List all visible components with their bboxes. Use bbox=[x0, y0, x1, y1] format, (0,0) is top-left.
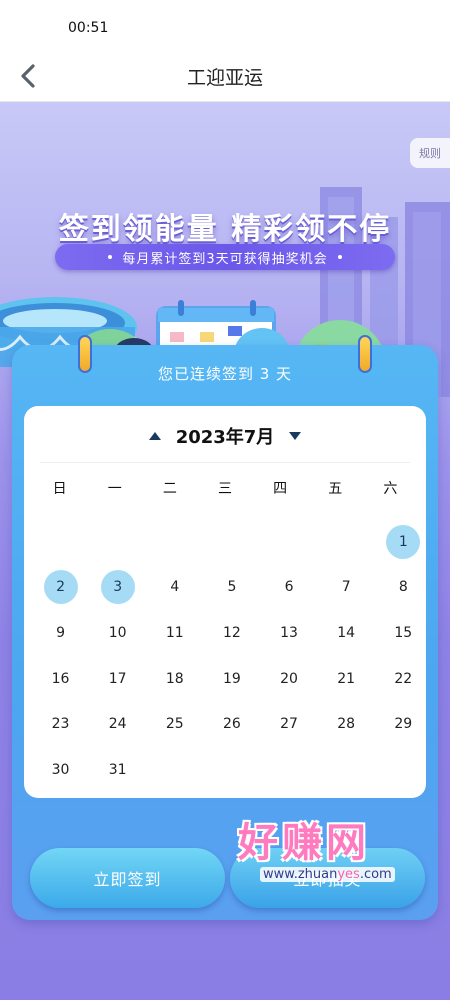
empty-cell bbox=[146, 519, 203, 565]
weekday-row: 日 一 二 三 四 五 六 bbox=[32, 478, 418, 498]
day-cell: 29 bbox=[375, 701, 432, 747]
day-number[interactable]: 10 bbox=[101, 616, 135, 650]
day-number[interactable]: 16 bbox=[44, 662, 78, 696]
weekday-label: 四 bbox=[273, 481, 288, 497]
day-number[interactable]: 24 bbox=[101, 707, 135, 741]
day-number[interactable]: 29 bbox=[386, 707, 420, 741]
rules-button[interactable]: 规则 bbox=[410, 138, 450, 168]
day-number[interactable]: 11 bbox=[158, 616, 192, 650]
day-cell: 20 bbox=[261, 656, 318, 702]
day-cell: 15 bbox=[375, 610, 432, 656]
day-number[interactable]: 4 bbox=[158, 570, 192, 604]
day-cell: 25 bbox=[146, 701, 203, 747]
day-number[interactable]: 15 bbox=[386, 616, 420, 650]
day-cell: 27 bbox=[261, 701, 318, 747]
sign-in-button[interactable]: 立即签到 bbox=[30, 848, 225, 908]
day-cell: 3 bbox=[89, 565, 146, 611]
triangle-down-icon bbox=[289, 432, 302, 440]
weekday-label: 五 bbox=[328, 481, 343, 497]
day-cell: 6 bbox=[261, 565, 318, 611]
day-cell: 12 bbox=[203, 610, 260, 656]
day-cell: 13 bbox=[261, 610, 318, 656]
weekday-label: 一 bbox=[107, 481, 122, 497]
day-cell: 28 bbox=[318, 701, 375, 747]
status-bar: 00:51 bbox=[0, 0, 450, 50]
day-cell: 21 bbox=[318, 656, 375, 702]
day-number[interactable]: 13 bbox=[272, 616, 306, 650]
triangle-up-icon bbox=[148, 432, 161, 440]
month-label: 2023年7月 bbox=[175, 427, 275, 448]
calendar-divider bbox=[40, 462, 410, 463]
day-number[interactable]: 26 bbox=[215, 707, 249, 741]
day-cell: 17 bbox=[89, 656, 146, 702]
status-time: 00:51 bbox=[68, 20, 109, 36]
day-number[interactable]: 23 bbox=[44, 707, 78, 741]
day-signed[interactable]: 3 bbox=[100, 570, 135, 605]
day-number[interactable]: 22 bbox=[386, 662, 420, 696]
day-cell: 18 bbox=[146, 656, 203, 702]
banner-subtitle-text: 每月累计签到3天可获得抽奖机会 bbox=[122, 251, 328, 267]
day-cell: 11 bbox=[146, 610, 203, 656]
day-number[interactable]: 6 bbox=[272, 570, 306, 604]
next-month-button[interactable] bbox=[282, 424, 308, 448]
day-cell: 16 bbox=[32, 656, 89, 702]
day-number[interactable]: 18 bbox=[158, 662, 192, 696]
day-cell: 8 bbox=[375, 565, 432, 611]
day-cell: 5 bbox=[203, 565, 260, 611]
weekday-label: 二 bbox=[162, 481, 177, 497]
day-number[interactable]: 12 bbox=[215, 616, 249, 650]
banner-headline: 签到领能量 精彩领不停 bbox=[58, 212, 392, 247]
prev-month-button[interactable] bbox=[142, 424, 168, 448]
day-number[interactable]: 28 bbox=[329, 707, 363, 741]
empty-cell bbox=[203, 519, 260, 565]
dot-left-icon bbox=[108, 255, 113, 259]
banner-subtitle: 每月累计签到3天可获得抽奖机会 bbox=[55, 244, 395, 270]
empty-cell bbox=[89, 519, 146, 565]
day-cell: 9 bbox=[32, 610, 89, 656]
empty-cell bbox=[318, 519, 375, 565]
empty-cell bbox=[32, 519, 89, 565]
day-grid: 1 2 3 4 5 6 7 8 9 10 11 12 13 14 15 16 17 18 19 20 21 22 23 24 2… bbox=[32, 519, 421, 793]
calendar-header: 2023年7月 bbox=[24, 424, 426, 448]
day-number[interactable]: 14 bbox=[329, 616, 363, 650]
day-number[interactable]: 25 bbox=[158, 707, 192, 741]
weekday-label: 六 bbox=[383, 481, 398, 497]
lottery-button[interactable]: 立即抽奖 bbox=[230, 848, 425, 908]
day-cell: 31 bbox=[89, 747, 146, 793]
weekday-label: 三 bbox=[217, 481, 232, 497]
day-number[interactable]: 27 bbox=[272, 707, 306, 741]
day-signed[interactable]: 1 bbox=[386, 524, 421, 559]
day-cell: 22 bbox=[375, 656, 432, 702]
day-number[interactable]: 17 bbox=[101, 662, 135, 696]
day-number[interactable]: 30 bbox=[44, 753, 78, 787]
calendar: 2023年7月 日 一 二 三 四 五 六 1 2 3 4 5 6 7 8 9 10 11 12 13 1… bbox=[24, 406, 426, 798]
day-signed[interactable]: 2 bbox=[43, 570, 78, 605]
day-number[interactable]: 7 bbox=[329, 570, 363, 604]
day-cell: 10 bbox=[89, 610, 146, 656]
day-number[interactable]: 20 bbox=[272, 662, 306, 696]
day-number[interactable]: 9 bbox=[44, 616, 78, 650]
dot-right-icon bbox=[337, 255, 342, 259]
weekday-label: 日 bbox=[52, 481, 67, 497]
day-cell: 30 bbox=[32, 747, 89, 793]
day-cell: 19 bbox=[203, 656, 260, 702]
day-number[interactable]: 19 bbox=[215, 662, 249, 696]
nav-bar: 工迎亚运 bbox=[0, 50, 450, 102]
day-number[interactable]: 8 bbox=[386, 570, 420, 604]
day-cell: 7 bbox=[318, 565, 375, 611]
day-cell: 1 bbox=[375, 519, 432, 565]
day-cell: 2 bbox=[32, 565, 89, 611]
page-title: 工迎亚运 bbox=[186, 67, 263, 89]
day-cell: 26 bbox=[203, 701, 260, 747]
day-number[interactable]: 21 bbox=[329, 662, 363, 696]
empty-cell bbox=[261, 519, 318, 565]
day-cell: 4 bbox=[146, 565, 203, 611]
day-cell: 23 bbox=[32, 701, 89, 747]
streak-text: 您已连续签到 3 天 bbox=[157, 365, 293, 383]
day-number[interactable]: 31 bbox=[101, 753, 135, 787]
day-number[interactable]: 5 bbox=[215, 570, 249, 604]
day-cell: 24 bbox=[89, 701, 146, 747]
day-cell: 14 bbox=[318, 610, 375, 656]
